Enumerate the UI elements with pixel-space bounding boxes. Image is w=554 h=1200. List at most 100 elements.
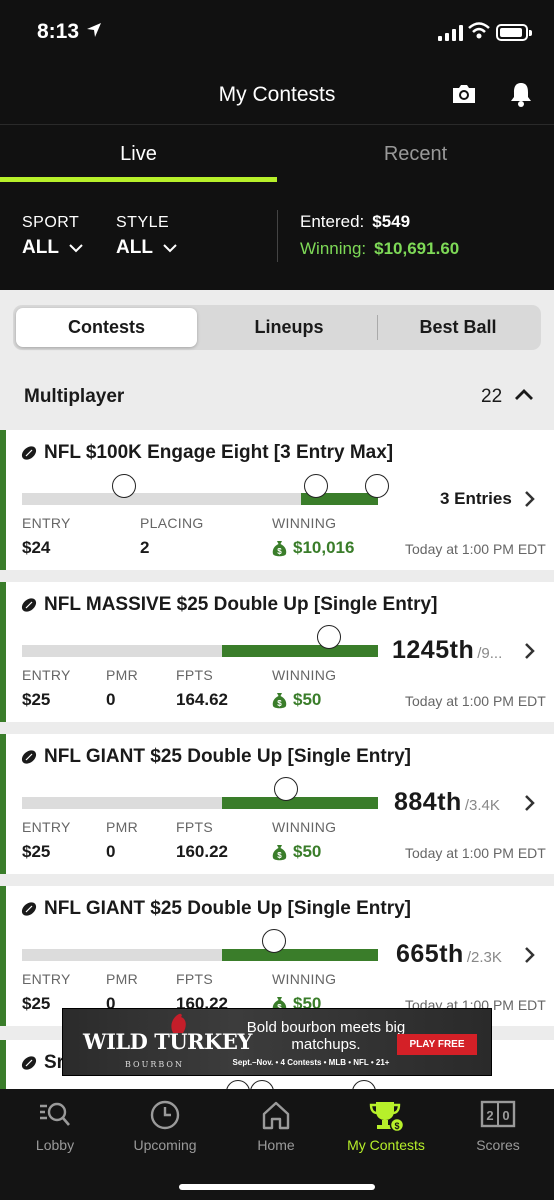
contest-card[interactable]: NFL $100K Engage Eight [3 Entry Max] 3 E…: [0, 430, 554, 570]
segment-lineups[interactable]: Lineups: [201, 308, 377, 347]
contest-title: NFL $100K Engage Eight [3 Entry Max]: [20, 442, 393, 464]
chevron-right-icon[interactable]: [524, 794, 536, 812]
contest-card[interactable]: NFL MASSIVE $25 Double Up [Single Entry]…: [0, 582, 554, 722]
live-recent-tabs: Live Recent: [0, 124, 554, 182]
fpts-label: FPTS: [176, 667, 213, 683]
ad-brand: WILD TURKEY: [83, 1029, 252, 1054]
entry-label: ENTRY: [22, 819, 71, 835]
svg-text:2: 2: [486, 1108, 493, 1123]
contest-title: NFL GIANT $25 Double Up [Single Entry]: [20, 746, 411, 768]
winning-value: $50: [293, 690, 322, 709]
entered-value: $549: [372, 212, 411, 231]
svg-text:$: $: [394, 1121, 399, 1131]
style-filter-value: ALL: [116, 237, 153, 258]
rank-display: 1245th /9...: [392, 636, 502, 665]
entered-label: Entered:: [300, 212, 365, 231]
nav-label: My Contests: [347, 1137, 425, 1153]
entry-value: $25: [22, 690, 51, 709]
ad-play-free-button[interactable]: PLAY FREE: [397, 1034, 477, 1055]
search-list-icon: [40, 1102, 70, 1126]
bell-icon[interactable]: [508, 80, 534, 108]
winning-total: Winning: $10,691.60: [300, 239, 459, 259]
lineup-marker: [274, 777, 298, 801]
winning-label: WINNING: [272, 971, 337, 987]
contest-card[interactable]: NFL GIANT $25 Double Up [Single Entry] 6…: [0, 886, 554, 1026]
start-time: Today at 1:00 PM EDT: [405, 845, 546, 861]
winning-value: $50: [293, 842, 322, 861]
winning-amount: $ $10,016: [272, 538, 354, 558]
section-title: Multiplayer: [24, 386, 125, 407]
trophy-icon: $: [369, 1102, 404, 1133]
progress-fill: [222, 797, 378, 809]
money-bag-icon: $: [272, 540, 287, 556]
winning-label: Winning:: [300, 239, 367, 258]
ad-banner[interactable]: WILD TURKEY BOURBON Bold bourbon meets b…: [62, 1008, 492, 1076]
sport-filter-value: ALL: [22, 237, 59, 258]
rank-display: 665th /2.3K: [396, 940, 502, 969]
nav-label: Scores: [476, 1137, 520, 1153]
start-time: Today at 1:00 PM EDT: [405, 541, 546, 557]
chevron-up-icon: [515, 389, 533, 400]
multiplayer-section-header[interactable]: Multiplayer 22: [0, 370, 554, 422]
chevron-right-icon[interactable]: [524, 946, 536, 964]
lineup-marker: [250, 1080, 274, 1089]
home-icon: [262, 1101, 290, 1130]
winning-label: WINNING: [272, 515, 337, 531]
football-icon: [21, 598, 37, 612]
contest-card[interactable]: NFL GIANT $25 Double Up [Single Entry] 8…: [0, 734, 554, 874]
rank-total: /3.4K: [464, 797, 500, 814]
contest-title-text: NFL $100K Engage Eight [3 Entry Max]: [44, 442, 394, 463]
football-icon: [21, 750, 37, 764]
winning-value: $10,016: [293, 538, 355, 557]
progress-track: [22, 949, 378, 961]
placing-value: 2: [140, 538, 150, 557]
winning-amount: $ $50: [272, 690, 321, 710]
sport-filter-dropdown[interactable]: ALL: [22, 237, 83, 259]
lineup-marker: [352, 1080, 376, 1089]
tab-live[interactable]: Live: [0, 143, 277, 166]
progress-fill: [222, 645, 378, 657]
football-icon: [21, 902, 37, 916]
tab-recent[interactable]: Recent: [277, 143, 554, 166]
entry-label: ENTRY: [22, 515, 71, 531]
progress-track: [22, 493, 378, 505]
battery-icon: [496, 24, 532, 41]
lineup-marker: [262, 929, 286, 953]
winning-label: WINNING: [272, 667, 337, 683]
winning-amount: $ $50: [272, 842, 321, 862]
progress-track: [22, 797, 378, 809]
rank-total: /9...: [477, 645, 503, 662]
winning-label: WINNING: [272, 819, 337, 835]
pmr-label: PMR: [106, 971, 139, 987]
style-filter-dropdown[interactable]: ALL: [116, 237, 177, 259]
fpts-label: FPTS: [176, 971, 213, 987]
entries-count: 3 Entries: [440, 489, 512, 508]
pmr-label: PMR: [106, 667, 139, 683]
winning-value: $10,691.60: [374, 239, 460, 258]
chevron-down-icon: [163, 243, 177, 252]
money-bag-icon: $: [272, 844, 287, 860]
rank-value: 884th: [394, 788, 462, 816]
chevron-right-icon[interactable]: [524, 490, 536, 508]
segment-best-ball[interactable]: Best Ball: [378, 308, 538, 347]
section-count: 22: [481, 386, 503, 407]
rank-value: 665th: [396, 940, 464, 968]
sport-filter-label: SPORT: [22, 214, 80, 231]
rank-total: /2.3K: [466, 949, 502, 966]
contest-title-text: NFL GIANT $25 Double Up [Single Entry]: [44, 898, 412, 919]
money-bag-icon: $: [272, 692, 287, 708]
pmr-value: 0: [106, 690, 116, 709]
home-indicator[interactable]: [179, 1184, 375, 1190]
segment-contests[interactable]: Contests: [16, 308, 197, 347]
lineup-marker: [304, 474, 328, 498]
entry-label: ENTRY: [22, 667, 71, 683]
svg-text:$: $: [277, 699, 282, 708]
camera-icon[interactable]: [450, 82, 478, 106]
nav-label: Lobby: [35, 1137, 75, 1153]
contest-title: Sr: [20, 1052, 64, 1074]
fpts-value: 160.22: [176, 842, 228, 861]
filters-bar: SPORT ALL STYLE ALL Entered: $549 Winning…: [0, 182, 554, 290]
wifi-icon: [468, 22, 490, 39]
chevron-right-icon[interactable]: [524, 642, 536, 660]
football-icon: [21, 1056, 37, 1070]
